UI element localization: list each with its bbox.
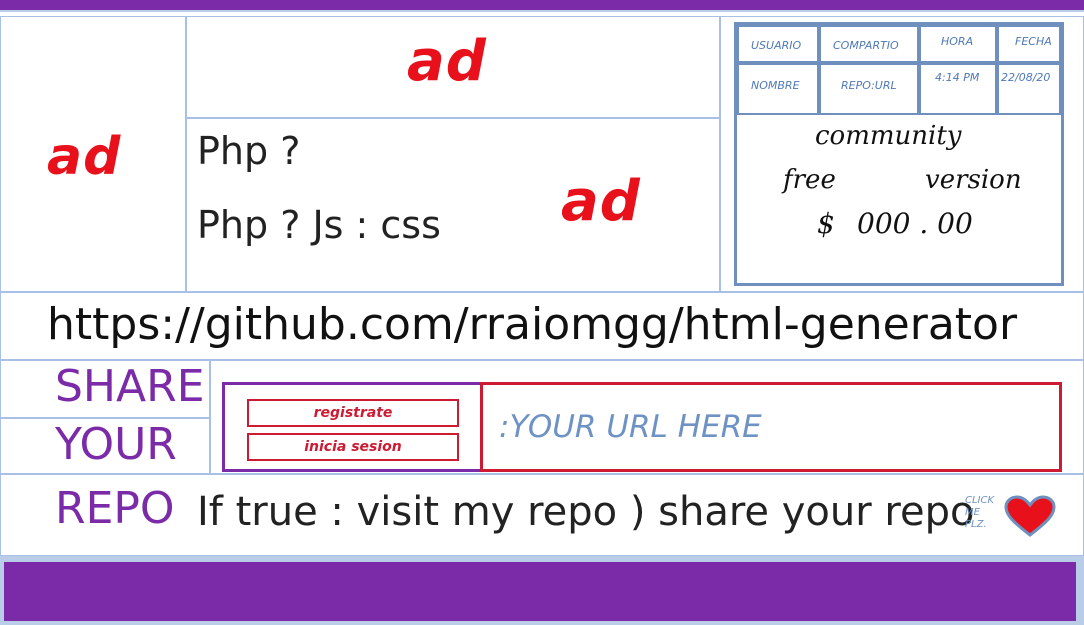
- nav-usuario[interactable]: USUARIO: [737, 25, 819, 63]
- url-input[interactable]: :YOUR URL HERE: [480, 382, 1062, 472]
- plan-title: community: [815, 121, 962, 151]
- share-cell: SHARE: [0, 360, 210, 418]
- plan-currency: $: [817, 207, 835, 240]
- nav-fecha[interactable]: FECHA: [997, 25, 1061, 63]
- nav-box: USUARIO COMPARTIO HORA FECHA NOMBRE REPO…: [734, 22, 1064, 286]
- top-divider: [0, 10, 1084, 12]
- login-button[interactable]: inicia sesion: [247, 433, 459, 461]
- ad-left[interactable]: ad: [47, 127, 121, 187]
- header-line-1: Php ?: [197, 129, 301, 173]
- ad-middle[interactable]: ad: [561, 169, 641, 234]
- nav-compartio[interactable]: COMPARTIO: [819, 25, 919, 63]
- share-word: SHARE: [55, 361, 205, 412]
- your-word: YOUR: [55, 419, 177, 470]
- header-cell: Php ? Php ? Js : css ad: [186, 118, 720, 292]
- plan-version: version: [925, 165, 1022, 195]
- tagline: If true : visit my repo ) share your rep…: [197, 489, 975, 535]
- your-cell: YOUR: [0, 418, 210, 474]
- nav-time: 4:14 PM: [919, 63, 997, 115]
- nav-nombre[interactable]: NOMBRE: [737, 63, 819, 115]
- repo-link-row: https://github.com/rraiomgg/html-generat…: [0, 292, 1084, 360]
- repo-link[interactable]: https://github.com/rraiomgg/html-generat…: [47, 299, 1017, 350]
- plan-free: free: [783, 165, 836, 195]
- click-me-label: CLICK ME PLZ.: [965, 495, 995, 530]
- tagline-row: REPO If true : visit my repo ) share you…: [0, 474, 1084, 556]
- ad-top[interactable]: ad: [407, 29, 487, 94]
- footer-panel: [4, 562, 1076, 621]
- nav-hora[interactable]: HORA: [919, 25, 997, 63]
- repo-word: REPO: [55, 483, 175, 534]
- nav-repo-url[interactable]: REPO:URL: [819, 63, 919, 115]
- ad-top-cell: ad: [186, 16, 720, 118]
- ad-left-cell: ad: [0, 16, 186, 292]
- auth-frame: registrate inicia sesion: [222, 382, 484, 472]
- nav-date: 22/08/20: [997, 63, 1061, 115]
- plan-price: 000 . 00: [857, 207, 973, 240]
- top-bar: [0, 0, 1084, 10]
- header-line-2: Php ? Js : css: [197, 203, 441, 247]
- heart-icon[interactable]: [1003, 495, 1057, 537]
- register-button[interactable]: registrate: [247, 399, 459, 427]
